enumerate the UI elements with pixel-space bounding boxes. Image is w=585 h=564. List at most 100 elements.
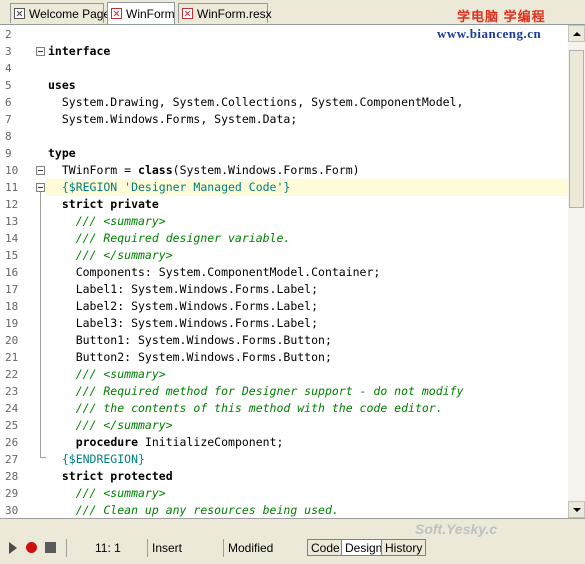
page-icon xyxy=(14,8,25,19)
watermark-text: 学电脑 学编程 xyxy=(457,9,546,24)
run-icon[interactable] xyxy=(9,542,17,554)
code-token: Button2: System.Windows.Forms.Button; xyxy=(48,350,332,364)
watermark-url: www.bianceng.cn xyxy=(437,26,542,41)
line-number: 11 xyxy=(5,181,19,194)
code-token: System.Drawing, System.Collections, Syst… xyxy=(48,95,464,109)
view-tab-code[interactable]: Code xyxy=(307,539,344,556)
scroll-up-button[interactable] xyxy=(568,25,585,42)
code-token: Components: System.ComponentModel.Contai… xyxy=(48,265,381,279)
code-editor[interactable]: 2 3 4 5 6 7 8 9 10 11 12 13 14 15 16 17 18 19 20 21 22 23 24 25… xyxy=(0,25,568,518)
line-number: 17 xyxy=(5,283,19,296)
code-token: Label2: System.Windows.Forms.Label; xyxy=(48,299,319,313)
code-token: procedure xyxy=(75,435,139,449)
code-line[interactable]: /// <summary> xyxy=(48,485,166,502)
code-line[interactable]: /// Clean up any resources being used. xyxy=(48,502,339,518)
code-token: Label1: System.Windows.Forms.Label; xyxy=(48,282,319,296)
line-number: 10 xyxy=(5,164,19,177)
line-number: 2 xyxy=(5,28,12,41)
fold-guide-line xyxy=(40,192,41,457)
line-number: 7 xyxy=(5,113,12,126)
code-token: /// <summary> xyxy=(48,367,166,381)
line-number: 16 xyxy=(5,266,19,279)
arrow-up-icon xyxy=(572,31,581,36)
code-line[interactable]: /// </summary> xyxy=(48,417,173,434)
code-token: TWinForm = xyxy=(48,163,139,177)
code-line[interactable]: {$ENDREGION} xyxy=(48,451,145,468)
fold-end-marker xyxy=(40,457,46,458)
view-tab-design[interactable]: Design xyxy=(341,539,387,556)
cursor-position: 11: 1 xyxy=(66,539,146,557)
code-token: /// Required method for Designer support… xyxy=(48,384,464,398)
vertical-scrollbar[interactable] xyxy=(568,25,585,518)
form-icon xyxy=(182,8,193,19)
code-token: Label3: System.Windows.Forms.Label; xyxy=(48,316,319,330)
line-number: 6 xyxy=(5,96,12,109)
line-number: 23 xyxy=(5,385,19,398)
scroll-down-button[interactable] xyxy=(568,501,585,518)
fold-toggle-icon[interactable] xyxy=(36,166,45,175)
code-line[interactable]: System.Drawing, System.Collections, Syst… xyxy=(48,94,464,111)
line-number: 19 xyxy=(5,317,19,330)
fold-toggle-icon[interactable] xyxy=(36,47,45,56)
fold-column xyxy=(30,25,46,518)
fold-toggle-icon[interactable] xyxy=(36,183,45,192)
line-number: 14 xyxy=(5,232,19,245)
code-line[interactable]: uses xyxy=(48,77,76,94)
record-icon[interactable] xyxy=(26,542,37,553)
code-token: interface xyxy=(48,44,111,58)
code-line[interactable]: /// Required method for Designer support… xyxy=(48,383,464,400)
code-token: /// the contents of this method with the… xyxy=(48,401,443,415)
status-bar: 11: 1 Insert Modified Code Design Histor… xyxy=(0,518,585,564)
line-number-gutter: 2 3 4 5 6 7 8 9 10 11 12 13 14 15 16 17 18 19 20 21 22 23 24 25… xyxy=(0,25,30,518)
code-line[interactable]: strict private xyxy=(48,196,159,213)
code-line[interactable]: interface xyxy=(48,43,110,60)
code-line[interactable]: Label3: System.Windows.Forms.Label; xyxy=(48,315,318,332)
code-line[interactable]: procedure InitializeComponent; xyxy=(48,434,284,451)
code-token: strict private xyxy=(48,197,159,211)
line-number: 22 xyxy=(5,368,19,381)
code-token: /// <summary> xyxy=(48,486,166,500)
code-line[interactable]: System.Windows.Forms, System.Data; xyxy=(48,111,297,128)
code-line[interactable]: /// <summary> xyxy=(48,213,166,230)
code-line[interactable]: /// <summary> xyxy=(48,366,166,383)
arrow-down-icon xyxy=(572,507,581,512)
line-number: 18 xyxy=(5,300,19,313)
line-number: 20 xyxy=(5,334,19,347)
line-number: 12 xyxy=(5,198,19,211)
code-line[interactable]: Label2: System.Windows.Forms.Label; xyxy=(48,298,318,315)
line-number: 30 xyxy=(5,504,19,517)
code-token: {$REGION 'Designer Managed Code'} xyxy=(48,180,291,194)
tab-label: WinForm.resx xyxy=(197,6,272,21)
stop-icon[interactable] xyxy=(45,542,56,553)
code-line[interactable]: type xyxy=(48,145,76,162)
code-token: /// Required designer variable. xyxy=(48,231,291,245)
code-token: /// <summary> xyxy=(48,214,166,228)
line-number: 29 xyxy=(5,487,19,500)
line-number: 25 xyxy=(5,419,19,432)
code-token: /// Clean up any resources being used. xyxy=(48,503,339,517)
code-line[interactable]: /// Required designer variable. xyxy=(48,230,291,247)
tab-winform-resx[interactable]: WinForm.resx xyxy=(178,3,272,23)
line-number: 13 xyxy=(5,215,19,228)
line-number: 21 xyxy=(5,351,19,364)
code-token: type xyxy=(48,146,76,160)
code-line[interactable]: strict protected xyxy=(48,468,173,485)
code-line[interactable]: Label1: System.Windows.Forms.Label; xyxy=(48,281,318,298)
code-line[interactable]: /// the contents of this method with the… xyxy=(48,400,443,417)
line-number: 4 xyxy=(5,62,12,75)
modified-indicator: Modified xyxy=(223,539,299,557)
code-line[interactable]: TWinForm = class(System.Windows.Forms.Fo… xyxy=(48,162,360,179)
tab-welcome-page[interactable]: Welcome Page xyxy=(10,3,110,23)
tab-winform[interactable]: WinForm xyxy=(107,2,175,24)
code-token: Button1: System.Windows.Forms.Button; xyxy=(48,333,332,347)
code-token: /// </summary> xyxy=(48,418,173,432)
code-line[interactable]: /// </summary> xyxy=(48,247,173,264)
scroll-thumb[interactable] xyxy=(569,50,584,208)
code-line[interactable]: Button1: System.Windows.Forms.Button; xyxy=(48,332,332,349)
view-tab-history[interactable]: History xyxy=(381,539,427,556)
tab-label: WinForm xyxy=(126,6,175,21)
code-line[interactable]: Components: System.ComponentModel.Contai… xyxy=(48,264,381,281)
code-line[interactable]: {$REGION 'Designer Managed Code'} xyxy=(46,179,568,196)
code-line[interactable]: Button2: System.Windows.Forms.Button; xyxy=(48,349,332,366)
